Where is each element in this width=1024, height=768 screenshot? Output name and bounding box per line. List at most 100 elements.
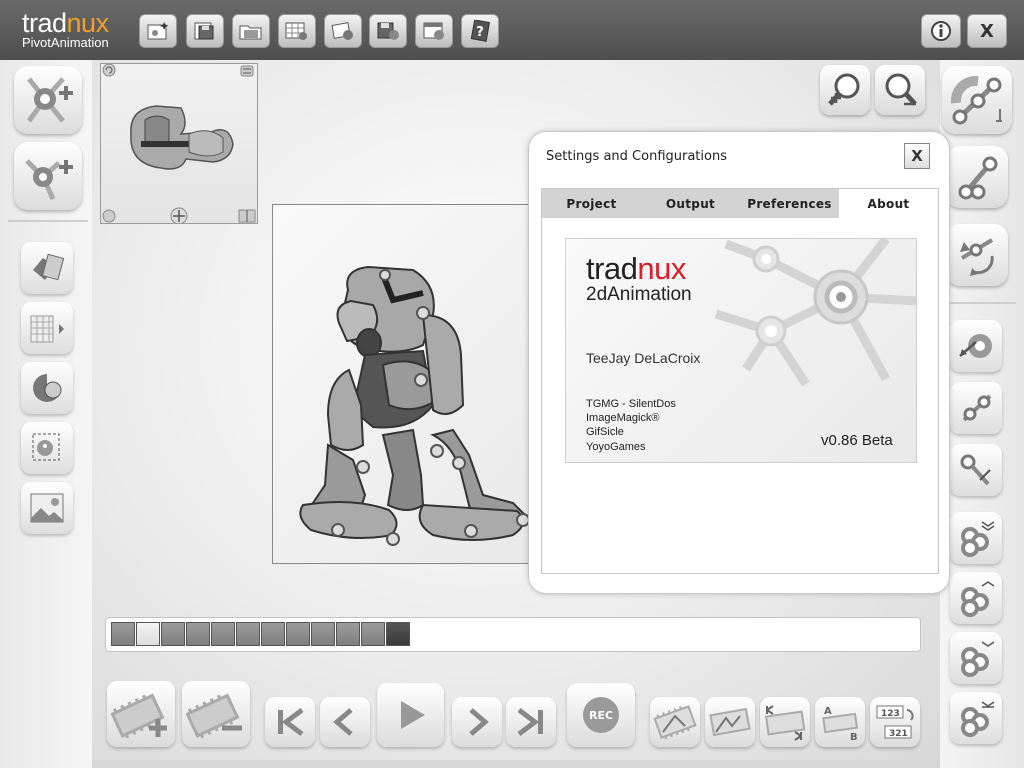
scale-joint-button[interactable]	[950, 320, 1002, 372]
stretch-link-button[interactable]	[950, 382, 1002, 434]
swap-frames-button[interactable]: AB	[815, 697, 865, 747]
save-settings-button[interactable]	[369, 14, 407, 48]
add-pivot-button[interactable]	[14, 66, 82, 134]
new-project-button[interactable]	[139, 14, 177, 48]
bone-tool-icon	[950, 75, 1002, 125]
layer-up-button[interactable]	[950, 572, 1002, 624]
layer-to-bottom-icon	[961, 701, 995, 737]
timeline-frame-selected[interactable]	[136, 622, 160, 646]
remove-frame-button[interactable]	[182, 681, 250, 747]
shapes-button[interactable]	[21, 242, 73, 294]
shapes-icon	[33, 253, 65, 281]
duplicate-frame-button[interactable]	[705, 697, 755, 747]
tab-bar: Project Output Preferences About	[542, 189, 938, 218]
window-settings-icon	[423, 22, 444, 40]
save-button[interactable]	[186, 14, 224, 48]
last-frame-button[interactable]	[506, 697, 556, 747]
timeline-strip[interactable]	[105, 617, 921, 652]
rotate-link-icon	[960, 238, 994, 276]
frame-range-icon	[764, 705, 806, 741]
link-tool-button[interactable]	[946, 146, 1008, 208]
image-button[interactable]	[21, 482, 73, 534]
settings-dialog: Settings and Configurations X Project Ou…	[528, 131, 950, 594]
next-frame-button[interactable]	[452, 697, 502, 747]
sprite-preview[interactable]	[100, 63, 258, 225]
grid-button[interactable]	[21, 302, 73, 354]
timeline-frame[interactable]	[186, 622, 210, 646]
add-frame-button[interactable]	[107, 681, 175, 747]
info-icon	[931, 21, 951, 41]
timeline-frame[interactable]	[361, 622, 385, 646]
frame-range-button[interactable]	[760, 697, 810, 747]
next-icon	[469, 708, 489, 736]
layer-to-top-button[interactable]	[950, 512, 1002, 564]
tab-about[interactable]: About	[839, 189, 938, 218]
zoom-out-icon	[885, 73, 917, 106]
right-panel-divider	[946, 302, 1016, 304]
svg-text:321: 321	[889, 729, 908, 739]
play-button[interactable]	[377, 683, 444, 747]
credit-item: YoyoGames	[586, 441, 646, 453]
detach-link-button[interactable]	[950, 444, 1002, 496]
spritesheet-settings-button[interactable]	[278, 14, 316, 48]
timeline-frame[interactable]	[211, 622, 235, 646]
first-frame-button[interactable]	[265, 697, 315, 747]
layer-up-icon	[961, 581, 995, 617]
tab-panel: Project Output Preferences About tradnux…	[541, 188, 939, 574]
info-button[interactable]	[921, 14, 961, 48]
tab-preferences[interactable]: Preferences	[740, 189, 839, 218]
left-panel-divider	[8, 220, 88, 222]
reverse-frames-button[interactable]: 123 321	[870, 697, 920, 747]
timeline-frame[interactable]	[236, 622, 260, 646]
timeline-frame[interactable]	[286, 622, 310, 646]
credit-item: GifSicle	[586, 426, 624, 438]
frame-list	[111, 622, 410, 646]
svg-text:A: A	[824, 706, 832, 717]
add-joint-button[interactable]	[14, 142, 82, 210]
layer-down-icon	[961, 641, 995, 677]
zoom-out-button[interactable]	[875, 65, 925, 115]
timeline-frame[interactable]	[161, 622, 185, 646]
image-settings-icon	[331, 22, 353, 40]
save-icon	[194, 22, 214, 40]
image-settings-button[interactable]	[324, 14, 362, 48]
tab-project[interactable]: Project	[542, 189, 641, 218]
timeline-frame[interactable]	[311, 622, 335, 646]
bitmap-select-button[interactable]	[21, 422, 73, 474]
timeline-frame[interactable]	[261, 622, 285, 646]
timeline-frame[interactable]	[386, 622, 410, 646]
reverse-frames-icon: 123 321	[876, 705, 914, 739]
about-logo-accent: nux	[637, 251, 686, 286]
new-project-icon	[147, 22, 169, 40]
animation-canvas[interactable]	[272, 204, 532, 564]
help-button[interactable]: ?	[461, 14, 499, 48]
tab-output[interactable]: Output	[641, 189, 740, 218]
timeline-frame[interactable]	[111, 622, 135, 646]
onion-skin-button[interactable]	[650, 697, 700, 747]
record-button[interactable]: REC	[567, 683, 635, 747]
layer-down-button[interactable]	[950, 632, 1002, 684]
dialog-close-button[interactable]: X	[904, 143, 930, 169]
previous-frame-button[interactable]	[320, 697, 370, 747]
layer-to-bottom-button[interactable]	[950, 692, 1002, 744]
color-fill-icon	[33, 374, 62, 402]
zoom-in-icon	[828, 73, 860, 106]
bitmap-select-icon	[32, 433, 60, 461]
link-tool-icon	[958, 156, 998, 200]
timeline-frame[interactable]	[336, 622, 360, 646]
window-settings-button[interactable]	[415, 14, 453, 48]
about-logo-main: trad	[586, 251, 638, 286]
preview-sprite-image	[102, 63, 256, 225]
logo-subtitle: PivotAnimation	[22, 35, 109, 50]
logo-main: trad	[22, 8, 67, 38]
about-author: TeeJay DeLaCroix	[586, 350, 701, 366]
open-button[interactable]	[232, 14, 270, 48]
open-folder-icon	[239, 25, 262, 40]
bone-tool-button[interactable]	[942, 66, 1012, 134]
svg-text:123: 123	[881, 709, 900, 719]
rotate-link-button[interactable]	[946, 224, 1008, 286]
color-fill-button[interactable]	[21, 362, 73, 414]
app-close-button[interactable]: X	[967, 14, 1007, 48]
zoom-in-button[interactable]	[820, 65, 870, 115]
svg-text:?: ?	[476, 25, 484, 40]
